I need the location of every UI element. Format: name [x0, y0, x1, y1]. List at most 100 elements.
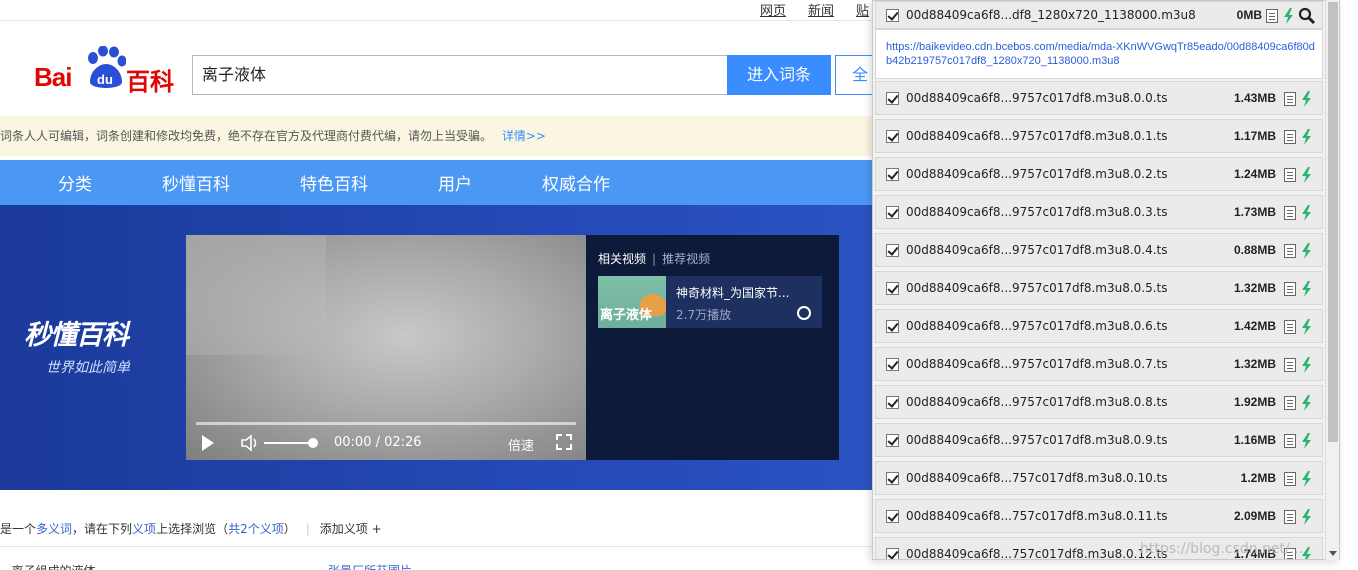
download-icon[interactable]: [1300, 243, 1314, 259]
copy-icon[interactable]: [1284, 244, 1296, 258]
checkbox[interactable]: [886, 358, 899, 371]
video-download-panel: 00d88409ca6f8...df8_1280x720_1138000.m3u…: [872, 0, 1340, 560]
poly-close: ）: [283, 522, 296, 536]
sense-link[interactable]: 义项: [132, 522, 156, 536]
menu-item-category[interactable]: 分类: [58, 170, 92, 195]
menu-item-users[interactable]: 用户: [438, 170, 472, 195]
download-icon[interactable]: [1300, 471, 1314, 487]
menu-item-authority[interactable]: 权威合作: [542, 170, 610, 195]
tab-recommended[interactable]: 推荐视频: [662, 252, 710, 266]
download-icon[interactable]: [1282, 8, 1296, 24]
time-display: 00:00 / 02:26: [334, 435, 422, 450]
enter-entry-button[interactable]: 进入词条: [727, 55, 831, 95]
file-name: 00d88409ca6f8...9757c017df8.m3u8.0.3.ts: [906, 205, 1168, 219]
logo-text-du: du: [97, 72, 113, 87]
download-icon[interactable]: [1300, 91, 1314, 107]
nav-link-web[interactable]: 网页: [760, 0, 786, 19]
play-icon[interactable]: [202, 435, 214, 451]
copy-icon[interactable]: [1284, 320, 1296, 334]
download-icon[interactable]: [1300, 205, 1314, 221]
copy-icon[interactable]: [1284, 434, 1296, 448]
download-icon[interactable]: [1300, 433, 1314, 449]
page: 网页 新闻 贴 登 Bai du 百科 离子液体 进入词条 全 词条人人可编辑，…: [0, 0, 1358, 570]
download-icon[interactable]: [1300, 395, 1314, 411]
thumbnail-text: 离子液体: [600, 308, 653, 323]
sense-count-link[interactable]: 共2个义项: [228, 522, 284, 536]
baidu-baike-logo[interactable]: Bai du 百科: [34, 46, 176, 96]
m3u8-url-link[interactable]: https://baikevideo.cdn.bcebos.com/media/…: [886, 40, 1316, 68]
copy-icon[interactable]: [1284, 396, 1296, 410]
search-icon[interactable]: [1298, 7, 1316, 25]
poly-suffix: 上选择浏览（: [156, 522, 229, 536]
scrollbar[interactable]: [1325, 0, 1339, 560]
volume-slider[interactable]: [264, 442, 314, 444]
copy-icon[interactable]: [1284, 92, 1296, 106]
file-name: 00d88409ca6f8...757c017df8.m3u8.0.11.ts: [906, 509, 1168, 523]
checkbox[interactable]: [886, 548, 899, 559]
file-size: 1.17MB: [1233, 129, 1276, 143]
checkbox[interactable]: [886, 282, 899, 295]
checkbox[interactable]: [886, 130, 899, 143]
file-name: 00d88409ca6f8...757c017df8.m3u8.0.10.ts: [906, 471, 1168, 485]
plus-icon[interactable]: +: [372, 522, 382, 536]
file-name: 00d88409ca6f8...757c017df8.m3u8.0.12.ts: [906, 547, 1168, 560]
file-size: 1.32MB: [1233, 281, 1276, 295]
copy-icon[interactable]: [1266, 9, 1278, 23]
search-input[interactable]: 离子液体: [192, 55, 728, 95]
file-size: 1.32MB: [1233, 357, 1276, 371]
add-sense-link[interactable]: 添加义项: [320, 522, 368, 536]
sense-item-mid[interactable]: 张景厂所芬圃片...: [328, 562, 423, 570]
copy-icon[interactable]: [1284, 282, 1296, 296]
video-views: 2.7万播放: [676, 308, 732, 322]
video-tabs: 相关视频 | 推荐视频: [598, 250, 710, 267]
notice-more-link[interactable]: 详情>>: [502, 129, 546, 143]
related-video-card[interactable]: 离子液体 神奇材料_为国家节... 2.7万播放: [598, 276, 822, 328]
download-icon[interactable]: [1300, 357, 1314, 373]
volume-icon[interactable]: [240, 434, 260, 452]
fullscreen-icon[interactable]: [556, 434, 572, 450]
copy-icon[interactable]: [1284, 168, 1296, 182]
ts-file-row: 00d88409ca6f8...9757c017df8.m3u8.0.3.ts 1…: [875, 195, 1323, 229]
speed-button[interactable]: 倍速: [508, 435, 534, 454]
scroll-down-icon[interactable]: [1329, 551, 1337, 556]
download-icon[interactable]: [1300, 167, 1314, 183]
checkbox[interactable]: [886, 510, 899, 523]
copy-icon[interactable]: [1284, 206, 1296, 220]
copy-icon[interactable]: [1284, 130, 1296, 144]
checkbox[interactable]: [886, 92, 899, 105]
checkbox[interactable]: [886, 320, 899, 333]
nav-link-news[interactable]: 新闻: [808, 0, 834, 19]
download-icon[interactable]: [1300, 509, 1314, 525]
download-icon[interactable]: [1300, 319, 1314, 335]
download-icon[interactable]: [1300, 281, 1314, 297]
checkbox[interactable]: [886, 434, 899, 447]
copy-icon[interactable]: [1284, 358, 1296, 372]
scrollbar-thumb[interactable]: [1328, 2, 1338, 442]
replay-icon[interactable]: [797, 306, 811, 320]
tab-separator: |: [652, 252, 657, 266]
checkbox[interactable]: [886, 9, 899, 22]
ts-file-row: 00d88409ca6f8...9757c017df8.m3u8.0.8.ts 1…: [875, 385, 1323, 419]
copy-icon[interactable]: [1284, 472, 1296, 486]
progress-bar[interactable]: [196, 422, 576, 425]
video-player[interactable]: 00:00 / 02:26 倍速: [186, 235, 586, 460]
sense-item-left[interactable]: ...离子组成的液体: [0, 562, 95, 570]
polysemy-link[interactable]: 多义词: [36, 522, 72, 536]
video-frame: [186, 235, 326, 355]
menu-item-miaodong[interactable]: 秒懂百科: [162, 170, 230, 195]
file-size: 1.2MB: [1240, 471, 1276, 485]
menu-item-featured[interactable]: 特色百科: [300, 170, 368, 195]
checkbox[interactable]: [886, 396, 899, 409]
checkbox[interactable]: [886, 206, 899, 219]
checkbox[interactable]: [886, 244, 899, 257]
checkbox[interactable]: [886, 472, 899, 485]
tab-related[interactable]: 相关视频: [598, 252, 646, 266]
nav-link-tieba[interactable]: 贴: [856, 0, 869, 19]
copy-icon[interactable]: [1284, 510, 1296, 524]
checkbox[interactable]: [886, 168, 899, 181]
volume-knob[interactable]: [308, 438, 318, 448]
download-icon[interactable]: [1300, 129, 1314, 145]
file-size: 1.43MB: [1233, 91, 1276, 105]
ts-file-row: 00d88409ca6f8...9757c017df8.m3u8.0.1.ts 1…: [875, 119, 1323, 153]
file-size: 1.73MB: [1233, 205, 1276, 219]
